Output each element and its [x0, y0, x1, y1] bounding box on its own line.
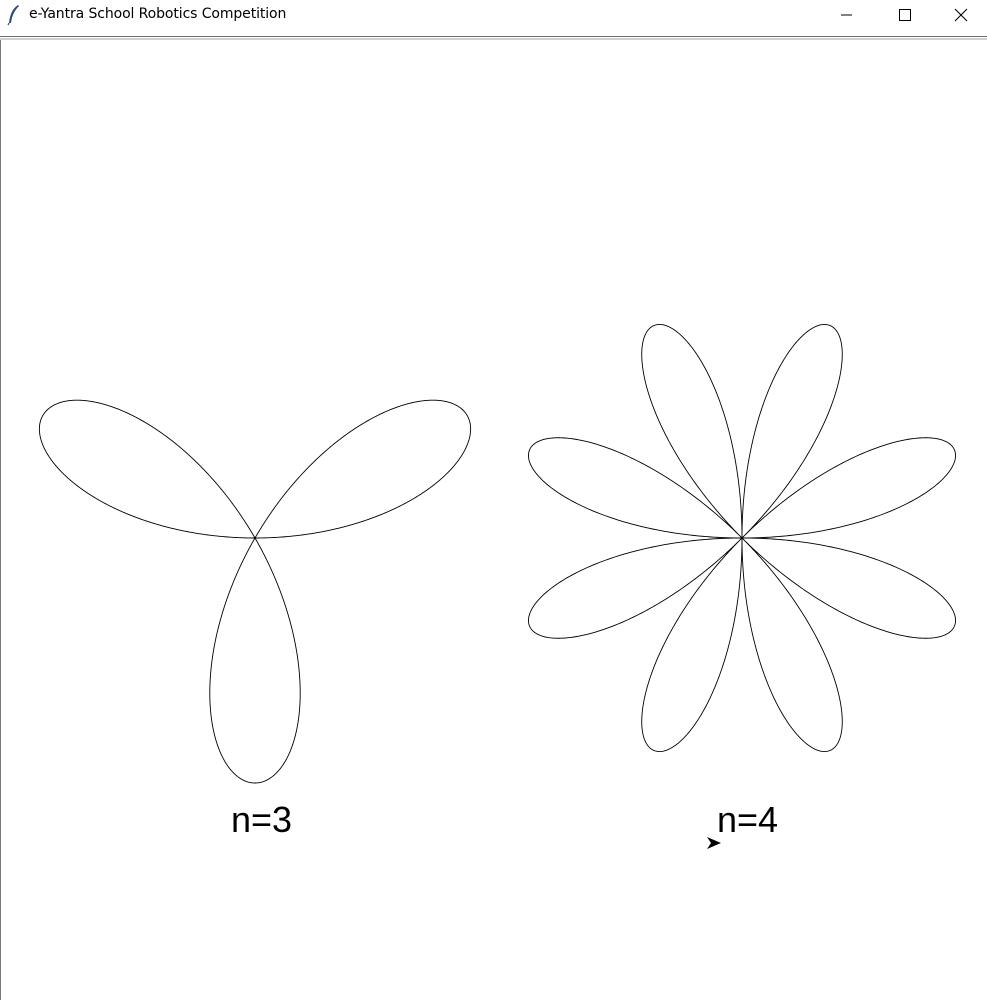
- title-separator: [0, 36, 987, 37]
- rose-curve-n4: [528, 324, 956, 752]
- maximize-icon: [899, 9, 911, 21]
- close-button[interactable]: [934, 0, 987, 30]
- minimize-icon: [841, 14, 852, 16]
- rose-curve-n3: [38, 399, 472, 784]
- rose-label-n4: n=4: [717, 799, 779, 840]
- turtle-canvas[interactable]: n=3 n=4: [1, 40, 987, 1000]
- title-bar[interactable]: e-Yantra School Robotics Competition: [0, 0, 987, 30]
- minimize-button[interactable]: [818, 0, 876, 30]
- window-title: e-Yantra School Robotics Competition: [29, 6, 287, 22]
- feather-icon: [6, 4, 22, 26]
- drawing-surface: [38, 324, 956, 784]
- rose-label-n3: n=3: [231, 799, 293, 840]
- close-icon: [954, 8, 967, 22]
- maximize-button[interactable]: [876, 0, 934, 30]
